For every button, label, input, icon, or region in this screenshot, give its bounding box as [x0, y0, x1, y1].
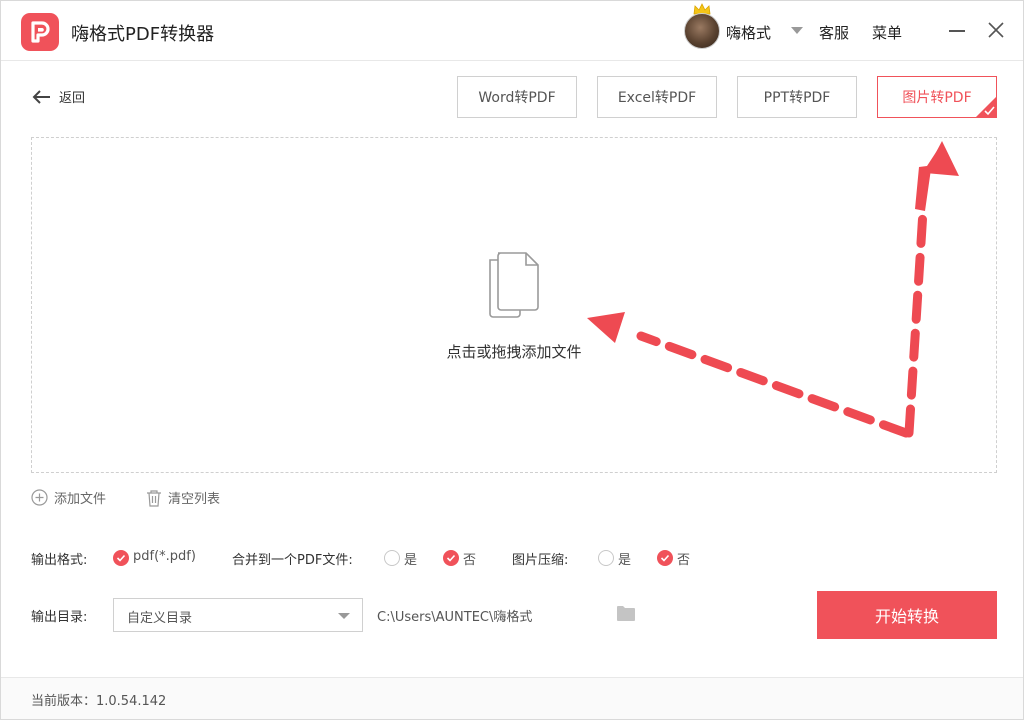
app-window: 嗨格式PDF转换器 嗨格式 客服 菜单 返回 Word转PDF Excel转PD… [0, 0, 1024, 720]
app-title: 嗨格式PDF转换器 [71, 24, 215, 45]
merge-no-radio[interactable] [443, 550, 459, 566]
output-path: C:\Users\AUNTEC\嗨格式 [377, 610, 533, 625]
output-dir-label: 输出目录: [31, 610, 88, 625]
output-dir-select-value: 自定义目录 [127, 611, 193, 626]
chevron-down-icon [338, 613, 350, 619]
back-button[interactable]: 返回 [31, 87, 85, 106]
compress-yes-label: 是 [618, 553, 632, 568]
tab-word-to-pdf[interactable]: Word转PDF [457, 76, 577, 118]
version-text: 当前版本：1.0.54.142 [31, 694, 167, 709]
merge-yes-radio[interactable] [384, 550, 400, 566]
drop-hint-text: 点击或拖拽添加文件 [446, 343, 582, 361]
compress-yes-radio[interactable] [598, 550, 614, 566]
back-label: 返回 [59, 91, 86, 106]
merge-label: 合并到一个PDF文件: [232, 553, 353, 568]
output-format-pdf-radio[interactable] [113, 550, 129, 566]
check-icon [446, 554, 456, 562]
arrow-left-icon [32, 89, 50, 104]
tab-ppt-to-pdf[interactable]: PPT转PDF [737, 76, 857, 118]
tab-image-to-pdf[interactable]: 图片转PDF [877, 76, 997, 118]
compress-no-radio[interactable] [657, 550, 673, 566]
folder-icon[interactable] [616, 605, 636, 622]
output-format-pdf-label: pdf(*.pdf) [133, 549, 196, 564]
clear-list-button[interactable]: 清空列表 [146, 488, 220, 507]
support-button[interactable]: 客服 [819, 22, 849, 43]
user-dropdown-caret-icon[interactable] [791, 27, 803, 34]
clear-list-label: 清空列表 [168, 492, 221, 507]
compress-label: 图片压缩: [512, 553, 569, 568]
check-icon [116, 554, 126, 562]
tab-excel-to-pdf[interactable]: Excel转PDF [597, 76, 717, 118]
pdf-logo-icon [31, 21, 50, 43]
add-file-label: 添加文件 [54, 492, 107, 507]
merge-yes-label: 是 [404, 553, 418, 568]
merge-no-label: 否 [463, 553, 477, 568]
check-icon [660, 554, 670, 562]
file-drop-zone[interactable]: 点击或拖拽添加文件 [31, 137, 997, 473]
close-icon[interactable] [987, 21, 1005, 39]
compress-no-label: 否 [677, 553, 691, 568]
username[interactable]: 嗨格式 [726, 22, 771, 43]
add-file-button[interactable]: 添加文件 [31, 488, 106, 507]
tab-image-to-pdf-label: 图片转PDF [902, 90, 972, 106]
output-dir-select[interactable]: 自定义目录 [113, 598, 363, 632]
start-convert-button[interactable]: 开始转换 [817, 591, 997, 639]
trash-icon [147, 489, 161, 507]
title-bar: 嗨格式PDF转换器 嗨格式 客服 菜单 [1, 1, 1023, 61]
menu-button[interactable]: 菜单 [872, 22, 902, 43]
minimize-icon[interactable] [949, 30, 965, 32]
document-copy-icon [489, 252, 539, 318]
selected-corner-check-icon [975, 96, 997, 118]
user-avatar[interactable] [684, 13, 720, 49]
add-circle-icon [31, 489, 48, 506]
output-format-label: 输出格式: [31, 553, 88, 568]
app-logo [21, 13, 59, 51]
status-footer: 当前版本：1.0.54.142 [1, 677, 1023, 719]
